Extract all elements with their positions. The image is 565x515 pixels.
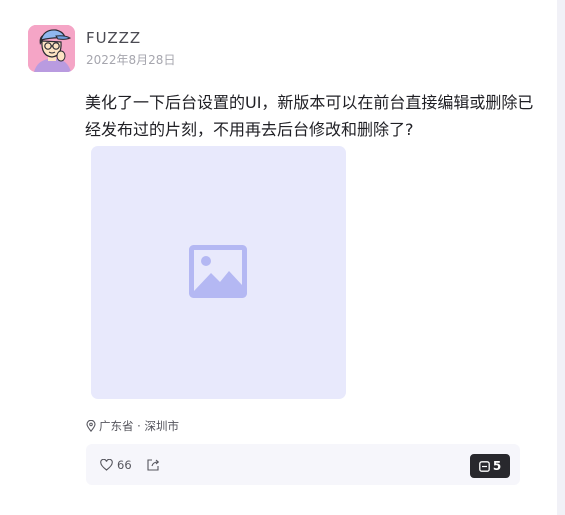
scrollbar-track[interactable] (557, 0, 565, 515)
post-text: 美化了一下后台设置的UI，新版本可以在前台直接编辑或删除已经发布过的片刻，不用再… (85, 93, 534, 139)
cartoon-avatar-icon (28, 25, 75, 72)
location: 广东省 · 深圳市 (86, 418, 179, 434)
post-image[interactable] (91, 146, 346, 399)
heart-icon (100, 459, 113, 471)
share-button[interactable] (146, 457, 160, 471)
comment-icon (478, 460, 490, 472)
image-placeholder-icon (189, 245, 247, 298)
comment-button[interactable]: 5 (470, 454, 510, 478)
like-button[interactable]: 66 (100, 456, 132, 474)
post-action-bar: 66 5 (86, 444, 520, 485)
like-count: 66 (117, 458, 132, 472)
location-text: 广东省 · 深圳市 (99, 419, 179, 433)
post-date: 2022年8月28日 (86, 53, 176, 67)
author-name[interactable]: FUZZZ (86, 29, 141, 47)
location-pin-icon (86, 420, 96, 432)
author-avatar[interactable] (28, 25, 75, 72)
comment-count: 5 (492, 459, 502, 473)
share-icon (147, 459, 160, 471)
